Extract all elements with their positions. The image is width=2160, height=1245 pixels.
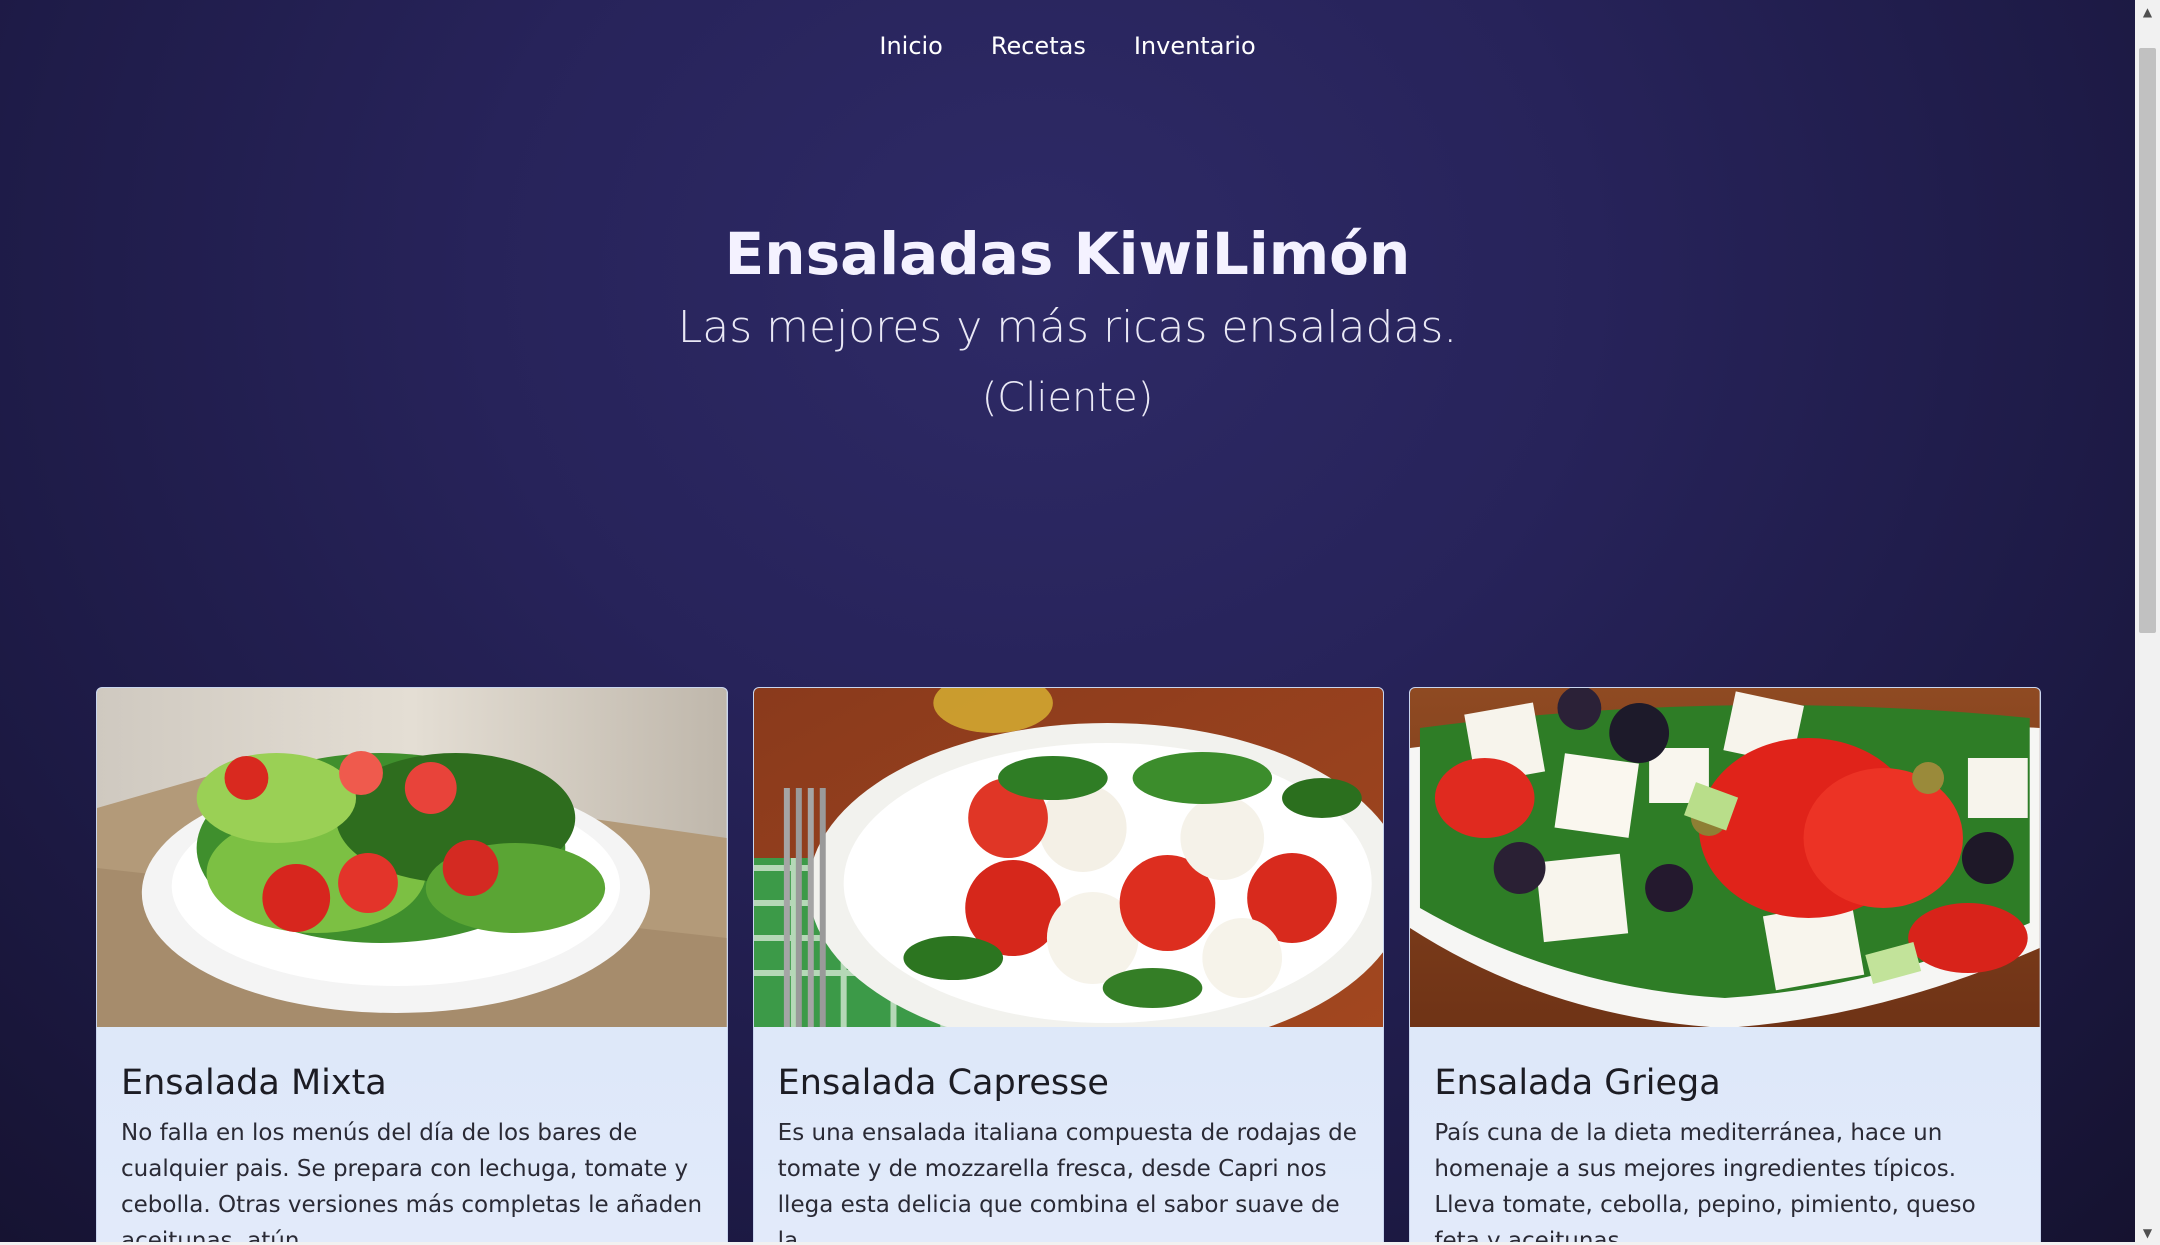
card-title: Ensalada Capresse [777,1063,1109,1103]
nav-item-inicio[interactable]: Inicio [879,28,943,64]
arrow-down-icon[interactable]: ▼ [2135,1221,2160,1245]
recipe-cards: Ensalada Mixta No falla en los menús del… [96,687,2042,1245]
mixed-salad-image [97,688,727,1027]
card-description: País cuna de la dieta mediterránea, hace… [1434,1119,1976,1245]
page: Inicio Recetas Inventario Ensaladas Kiwi… [0,0,2160,1245]
hero-subtitle: Las mejores y más ricas ensaladas. [677,301,1458,353]
scrollbar-thumb[interactable] [2139,48,2156,633]
card-description: Es una ensalada italiana compuesta de ro… [777,1119,1357,1245]
arrow-up-icon[interactable]: ▲ [2135,0,2160,24]
recipe-card-mixta[interactable]: Ensalada Mixta No falla en los menús del… [96,687,728,1245]
page-title: Ensaladas KiwiLimón [724,220,1411,288]
recipe-card-griega[interactable]: Ensalada Griega País cuna de la dieta me… [1409,687,2042,1245]
nav-item-inventario[interactable]: Inventario [1134,28,1256,64]
hero: Ensaladas KiwiLimón Las mejores y más ri… [0,220,2135,422]
card-body: Ensalada Mixta No falla en los menús del… [97,1027,727,1245]
card-body: Ensalada Capresse Es una ensalada italia… [754,1027,1384,1245]
user-role-label: (Cliente) [981,375,1154,422]
vertical-scrollbar[interactable]: ▲ ▼ [2135,0,2160,1245]
caprese-salad-image [753,688,1384,1027]
greek-salad-image [1410,688,2041,1027]
top-nav: Inicio Recetas Inventario [0,0,2135,92]
card-description: No falla en los menús del día de los bar… [121,1119,703,1245]
card-title: Ensalada Griega [1434,1063,1721,1103]
card-title: Ensalada Mixta [121,1063,387,1103]
card-body: Ensalada Griega País cuna de la dieta me… [1410,1027,2040,1245]
nav-item-recetas[interactable]: Recetas [991,28,1086,64]
recipe-card-capresse[interactable]: Ensalada Capresse Es una ensalada italia… [752,687,1385,1245]
